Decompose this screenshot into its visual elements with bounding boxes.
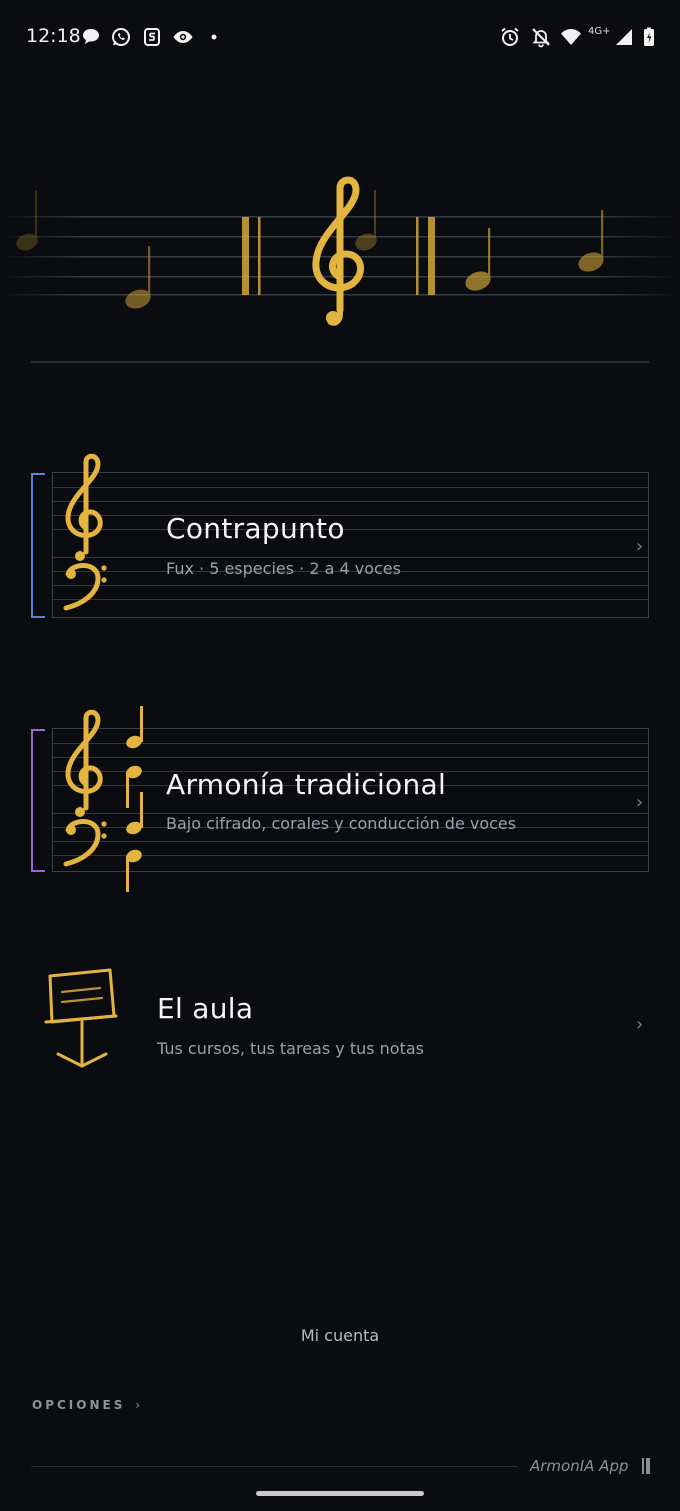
card-accent-bracket [31,729,45,872]
card-title: El aula [157,992,254,1025]
hero-staff-graphic [0,176,680,326]
menu-item-armonia-tradicional[interactable]: Armonía tradicional Bajo cifrado, corale… [0,704,680,894]
chevron-right-icon: › [636,536,644,557]
hero-banner [0,170,680,340]
grand-staff-clefs-icon [58,452,118,617]
eye-icon [172,26,194,48]
chevron-right-icon: › [636,1014,644,1035]
card-accent-bracket [31,473,45,618]
status-time: 12:18 [26,25,81,47]
card-title: Contrapunto [166,512,345,545]
chevron-right-icon: › [636,792,644,813]
footer-divider [31,1466,518,1467]
chevron-right-icon: › [135,1398,141,1412]
wifi-icon [560,26,582,48]
network-type-label: 4G+ [588,26,611,37]
card-title: Armonía tradicional [166,768,447,801]
note-icon [16,190,38,251]
note-icon [125,246,151,309]
card-subtitle: Fux · 5 especies · 2 a 4 voces [166,559,401,578]
s-app-icon [141,26,163,48]
music-stand-icon [44,966,122,1072]
note-icon [465,228,491,291]
home-indicator[interactable] [256,1491,424,1496]
treble-clef-icon [312,176,364,326]
battery-icon [638,26,660,48]
card-subtitle: Bajo cifrado, corales y conducción de vo… [166,814,517,833]
signal-icon [613,26,635,48]
chat-bubble-icon [80,26,102,48]
note-icon [578,210,604,272]
whatsapp-icon [110,26,132,48]
brand-mark-icon [641,1457,651,1475]
hero-divider [31,361,649,363]
dot-icon [203,26,225,48]
bell-off-icon [530,26,552,48]
brand-label: ArmonIA App [530,1457,629,1475]
options-label: OPCIONES [32,1398,126,1412]
menu-item-el-aula[interactable]: El aula Tus cursos, tus tareas y tus not… [0,960,680,1075]
options-link[interactable]: OPCIONES › [32,1398,140,1412]
alarm-icon [499,26,521,48]
card-staff-background [52,472,649,618]
menu-item-contrapunto[interactable]: Contrapunto Fux · 5 especies · 2 a 4 voc… [0,452,680,622]
clefs-with-notes-icon [58,704,158,894]
account-link[interactable]: Mi cuenta [0,1326,680,1345]
status-bar: 12:18 4G+ [0,0,680,72]
card-subtitle: Tus cursos, tus tareas y tus notas [157,1039,424,1058]
